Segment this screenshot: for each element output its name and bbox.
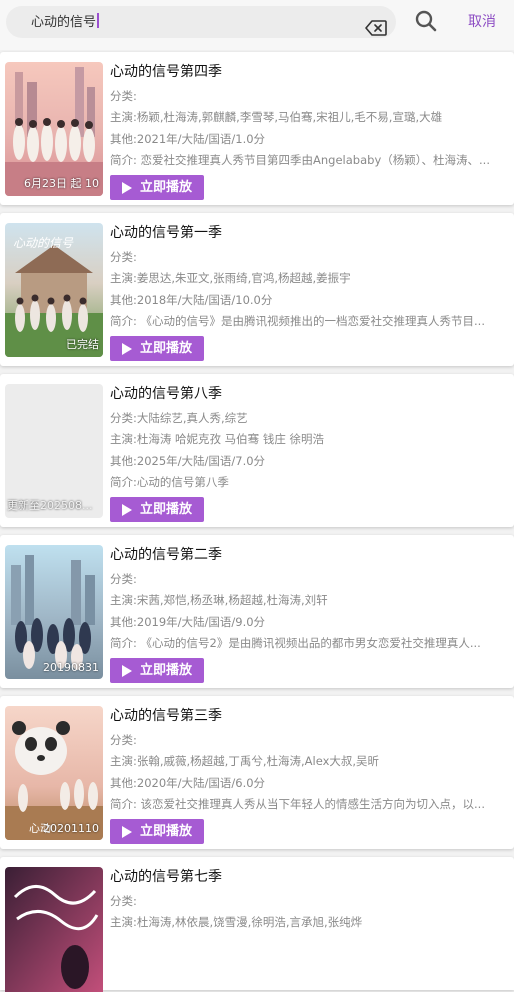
play-icon xyxy=(122,182,132,194)
result-other: 其他:2018年/大陆/国语/10.0分 xyxy=(110,293,273,307)
result-cast: 主演:杜海涛 哈妮克孜 马伯骞 钱庄 徐明浩 xyxy=(110,432,324,446)
result-category: 分类: xyxy=(110,733,137,747)
play-now-button[interactable]: 立即播放 xyxy=(110,175,204,200)
poster-image[interactable] xyxy=(5,867,103,992)
cancel-button[interactable]: 取消 xyxy=(468,13,496,31)
result-card[interactable]: 6月23日 起 10 心动的信号第四季 分类: 主演:杨颖,杜海涛,郭麒麟,李雪… xyxy=(0,52,514,205)
play-icon xyxy=(122,665,132,677)
search-icon[interactable] xyxy=(415,10,437,32)
poster-image[interactable]: 心动 20201110 xyxy=(5,706,103,840)
search-query[interactable]: 心动的信号 xyxy=(31,13,100,32)
clear-input-icon[interactable] xyxy=(365,20,387,36)
poster-caption: 6月23日 起 10 xyxy=(24,177,99,190)
poster-image[interactable]: 心动的信号 已完结 xyxy=(5,223,103,357)
result-cast: 主演:杜海涛,林依晨,饶雪漫,徐明浩,言承旭,张纯烨 xyxy=(110,915,363,929)
result-intro: 简介: 该恋爱社交推理真人秀从当下年轻人的情感生活方向为切入点，以... xyxy=(110,797,485,811)
poster-caption: 更新至202508... xyxy=(7,499,93,512)
result-cast: 主演:张翰,戚薇,杨超越,丁禹兮,杜海涛,Alex大叔,吴昕 xyxy=(110,754,380,768)
result-title[interactable]: 心动的信号第一季 xyxy=(110,224,222,242)
result-category: 分类: xyxy=(110,89,137,103)
poster-placeholder[interactable]: 更新至202508... xyxy=(5,384,103,518)
result-card[interactable]: 心动的信号 已完结 心动的信号第一季 分类: 主演:姜思达,朱亚文,张雨绮,官鸿… xyxy=(0,213,514,366)
result-category: 分类: xyxy=(110,572,137,586)
result-cast: 主演:杨颖,杜海涛,郭麒麟,李雪琴,马伯骞,宋祖儿,毛不易,宣璐,大雄 xyxy=(110,110,443,124)
play-now-button[interactable]: 立即播放 xyxy=(110,336,204,361)
search-bar: 心动的信号 取消 xyxy=(0,0,514,50)
text-cursor xyxy=(97,13,100,28)
poster-image[interactable]: 6月23日 起 10 xyxy=(5,62,103,196)
result-intro: 简介:心动的信号第八季 xyxy=(110,475,229,489)
poster-caption: 已完结 xyxy=(66,338,99,351)
search-input[interactable]: 心动的信号 xyxy=(6,6,396,38)
play-icon xyxy=(122,826,132,838)
play-now-button[interactable]: 立即播放 xyxy=(110,819,204,844)
result-title[interactable]: 心动的信号第三季 xyxy=(110,707,222,725)
result-title[interactable]: 心动的信号第四季 xyxy=(110,63,222,81)
result-card[interactable]: 心动 20201110 心动的信号第三季 分类: 主演:张翰,戚薇,杨超越,丁禹… xyxy=(0,696,514,849)
result-category: 分类: xyxy=(110,894,137,908)
result-cast: 主演:宋茜,郑恺,杨丞琳,杨超越,杜海涛,刘轩 xyxy=(110,593,328,607)
play-icon xyxy=(122,504,132,516)
poster-image[interactable]: 20190831 xyxy=(5,545,103,679)
svg-text:心动的信号: 心动的信号 xyxy=(13,236,74,250)
poster-caption: 20190831 xyxy=(43,661,99,674)
result-card[interactable]: 心动的信号第七季 分类: 主演:杜海涛,林依晨,饶雪漫,徐明浩,言承旭,张纯烨 xyxy=(0,857,514,992)
result-title[interactable]: 心动的信号第七季 xyxy=(110,868,222,886)
play-icon xyxy=(122,343,132,355)
play-now-button[interactable]: 立即播放 xyxy=(110,658,204,683)
result-title[interactable]: 心动的信号第八季 xyxy=(110,385,222,403)
result-card[interactable]: 20190831 心动的信号第二季 分类: 主演:宋茜,郑恺,杨丞琳,杨超越,杜… xyxy=(0,535,514,688)
result-other: 其他:2020年/大陆/国语/6.0分 xyxy=(110,776,266,790)
poster-caption: 20201110 xyxy=(43,822,99,835)
result-category: 分类: xyxy=(110,250,137,264)
result-title[interactable]: 心动的信号第二季 xyxy=(110,546,222,564)
result-intro: 简介: 《心动的信号2》是由腾讯视频出品的都市男女恋爱社交推理真人... xyxy=(110,636,481,650)
play-now-button[interactable]: 立即播放 xyxy=(110,497,204,522)
result-card[interactable]: 更新至202508... 心动的信号第八季 分类:大陆综艺,真人秀,综艺 主演:… xyxy=(0,374,514,527)
result-category: 分类:大陆综艺,真人秀,综艺 xyxy=(110,411,248,425)
result-intro: 简介: 恋爱社交推理真人秀节目第四季由Angelababy（杨颖）、杜海涛、..… xyxy=(110,153,490,167)
result-other: 其他:2025年/大陆/国语/7.0分 xyxy=(110,454,266,468)
result-other: 其他:2021年/大陆/国语/1.0分 xyxy=(110,132,266,146)
result-other: 其他:2019年/大陆/国语/9.0分 xyxy=(110,615,266,629)
result-cast: 主演:姜思达,朱亚文,张雨绮,官鸿,杨超越,姜振宇 xyxy=(110,271,351,285)
result-intro: 简介: 《心动的信号》是由腾讯视频推出的一档恋爱社交推理真人秀节目... xyxy=(110,314,485,328)
